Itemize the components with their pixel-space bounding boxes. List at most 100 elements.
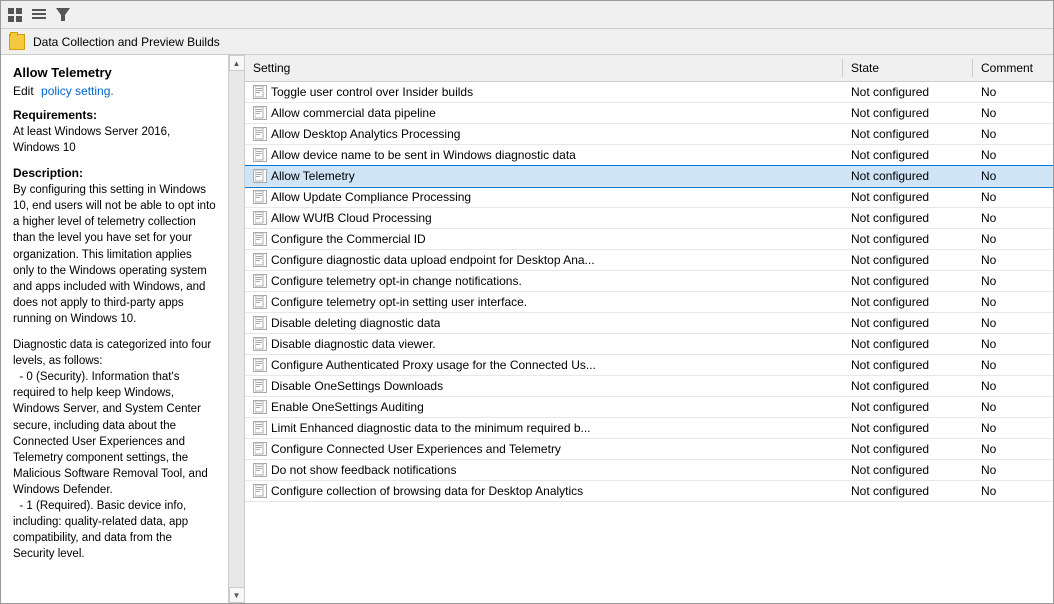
table-row[interactable]: Toggle user control over Insider builds N… [245,82,1053,103]
left-panel-title: Allow Telemetry [13,65,216,80]
setting-name: Enable OneSettings Auditing [271,400,424,414]
comment-cell: No [973,250,1053,270]
table-row[interactable]: Disable OneSettings Downloads Not configu… [245,376,1053,397]
setting-name: Limit Enhanced diagnostic data to the mi… [271,421,591,435]
setting-name: Do not show feedback notifications [271,463,456,477]
setting-cell: Configure diagnostic data upload endpoin… [245,250,843,270]
description-text: By configuring this setting in Windows 1… [13,182,216,327]
setting-cell: Do not show feedback notifications [245,460,843,480]
requirements-text: At least Windows Server 2016, Windows 10 [13,124,216,156]
setting-icon [253,400,267,414]
setting-name: Configure collection of browsing data fo… [271,484,583,498]
setting-icon [253,484,267,498]
setting-icon [253,316,267,330]
setting-icon [253,463,267,477]
scroll-down-arrow[interactable]: ▼ [229,587,245,603]
toolbar-icon-list[interactable] [29,5,49,25]
state-cell: Not configured [843,355,973,375]
diagnostic-text: Diagnostic data is categorized into four… [13,337,216,562]
setting-cell: Allow Desktop Analytics Processing [245,124,843,144]
description-section: Description: By configuring this setting… [13,166,216,327]
setting-icon [253,106,267,120]
scroll-up-arrow[interactable]: ▲ [229,55,245,71]
comment-cell: No [973,418,1053,438]
comment-cell: No [973,292,1053,312]
setting-icon [253,274,267,288]
table-row[interactable]: Allow device name to be sent in Windows … [245,145,1053,166]
state-cell: Not configured [843,145,973,165]
table-row[interactable]: Allow Update Compliance Processing Not co… [245,187,1053,208]
setting-cell: Allow device name to be sent in Windows … [245,145,843,165]
state-cell: Not configured [843,376,973,396]
setting-cell: Allow commercial data pipeline [245,103,843,123]
table-row[interactable]: Allow WUfB Cloud ProcessingNot configure… [245,208,1053,229]
toolbar-icon-grid[interactable] [5,5,25,25]
setting-cell: Enable OneSettings Auditing [245,397,843,417]
comment-cell: No [973,334,1053,354]
setting-name: Configure Connected User Experiences and… [271,442,561,456]
comment-cell: No [973,355,1053,375]
table-row[interactable]: Limit Enhanced diagnostic data to the mi… [245,418,1053,439]
table-row[interactable]: Enable OneSettings Auditing Not configure… [245,397,1053,418]
requirements-section: Requirements: At least Windows Server 20… [13,108,216,156]
table-row[interactable]: Configure Connected User Experiences and… [245,439,1053,460]
setting-name: Allow commercial data pipeline [271,106,436,120]
table-row[interactable]: Allow commercial data pipelineNot config… [245,103,1053,124]
table-row[interactable]: Allow TelemetryNot configuredNo [245,166,1053,187]
state-cell: Not configured [843,292,973,312]
setting-name: Allow Update Compliance Processing [271,190,471,204]
breadcrumb-label: Data Collection and Preview Builds [33,35,220,49]
table-row[interactable]: Disable deleting diagnostic dataNot conf… [245,313,1053,334]
state-cell: Not configured [843,187,973,207]
setting-cell: Configure the Commercial ID [245,229,843,249]
table-row[interactable]: Configure diagnostic data upload endpoin… [245,250,1053,271]
table-row[interactable]: Configure the Commercial IDNot configure… [245,229,1053,250]
comment-cell: No [973,82,1053,102]
table-row[interactable]: Configure collection of browsing data fo… [245,481,1053,502]
state-cell: Not configured [843,208,973,228]
policy-setting-link[interactable]: policy setting. [41,84,114,98]
comment-cell: No [973,439,1053,459]
left-panel-scrollbar[interactable]: ▲ ▼ [229,55,245,603]
setting-cell: Disable deleting diagnostic data [245,313,843,333]
state-cell: Not configured [843,229,973,249]
scroll-track[interactable] [229,71,244,587]
main-content: Allow Telemetry Edit policy setting. Req… [1,55,1053,603]
table-body: Toggle user control over Insider builds N… [245,82,1053,603]
comment-cell: No [973,271,1053,291]
table-row[interactable]: Do not show feedback notificationsNot co… [245,460,1053,481]
edit-label: Edit [13,84,34,98]
table-row[interactable]: Configure telemetry opt-in change notifi… [245,271,1053,292]
setting-cell: Configure collection of browsing data fo… [245,481,843,501]
breadcrumb-bar: Data Collection and Preview Builds [1,29,1053,55]
header-setting: Setting [245,59,843,77]
setting-icon [253,127,267,141]
state-cell: Not configured [843,397,973,417]
comment-cell: No [973,145,1053,165]
comment-cell: No [973,397,1053,417]
toolbar-icon-filter[interactable] [53,5,73,25]
state-cell: Not configured [843,166,973,186]
comment-cell: No [973,460,1053,480]
comment-cell: No [973,187,1053,207]
comment-cell: No [973,481,1053,501]
setting-icon [253,85,267,99]
description-label: Description: [13,166,216,180]
table-row[interactable]: Configure Authenticated Proxy usage for … [245,355,1053,376]
setting-icon [253,169,267,183]
setting-cell: Configure Authenticated Proxy usage for … [245,355,843,375]
setting-name: Configure telemetry opt-in change notifi… [271,274,522,288]
setting-cell: Disable OneSettings Downloads [245,376,843,396]
setting-cell: Allow Telemetry [245,166,843,186]
setting-cell: Toggle user control over Insider builds [245,82,843,102]
diagnostic-section: Diagnostic data is categorized into four… [13,337,216,562]
table-row[interactable]: Disable diagnostic data viewer.Not confi… [245,334,1053,355]
setting-icon [253,253,267,267]
state-cell: Not configured [843,418,973,438]
setting-cell: Configure Connected User Experiences and… [245,439,843,459]
state-cell: Not configured [843,271,973,291]
table-row[interactable]: Allow Desktop Analytics ProcessingNot co… [245,124,1053,145]
setting-icon [253,190,267,204]
table-row[interactable]: Configure telemetry opt-in setting user … [245,292,1053,313]
setting-name: Disable OneSettings Downloads [271,379,443,393]
